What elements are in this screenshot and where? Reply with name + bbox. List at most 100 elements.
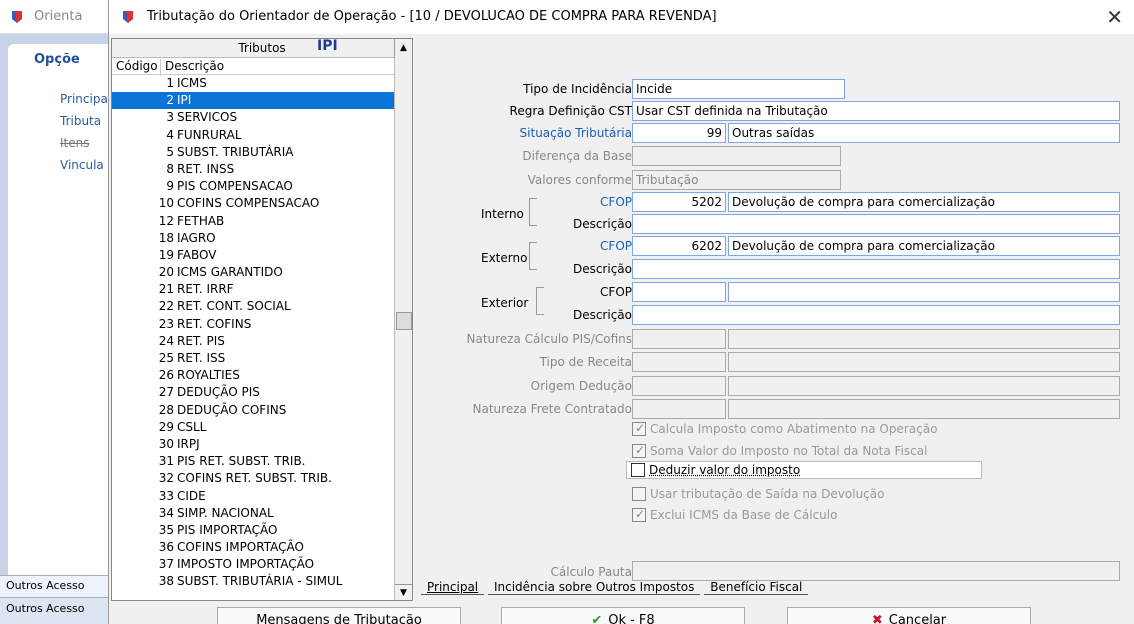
- background-footer[interactable]: Outros Acesso: [0, 597, 112, 624]
- row-code: 9: [166, 179, 174, 194]
- ok-button[interactable]: ✔ Ok - F8: [501, 607, 745, 624]
- table-row[interactable]: 38 SUBST. TRIBUTÁRIA - SIMUL: [112, 573, 394, 590]
- exterior-cfop-field[interactable]: [632, 282, 726, 302]
- table-row[interactable]: 24 RET. PIS: [112, 333, 394, 350]
- table-row[interactable]: 26 ROYALTIES: [112, 367, 394, 384]
- row-code: 29: [158, 419, 174, 434]
- row-description: RET. PIS: [177, 333, 225, 348]
- close-icon[interactable]: ✕: [1106, 5, 1123, 29]
- table-row[interactable]: 21 RET. IRRF: [112, 281, 394, 298]
- scroll-down-icon[interactable]: ▼: [395, 584, 412, 600]
- background-title: Orienta: [34, 9, 83, 24]
- row-code: 30: [158, 436, 174, 451]
- table-row[interactable]: 18 IAGRO: [112, 230, 394, 247]
- table-row[interactable]: 1 ICMS: [112, 75, 394, 92]
- interno-label: Interno: [481, 207, 524, 221]
- externo-descricao-label: Descrição: [572, 262, 632, 276]
- checkbox-exclui-icms: Exclui ICMS da Base de Cálculo: [632, 507, 837, 522]
- table-row[interactable]: 19 FABOV: [112, 247, 394, 264]
- scroll-up-icon[interactable]: ▲: [394, 39, 412, 58]
- situacao-code-field[interactable]: 99: [632, 123, 726, 143]
- externo-descricao-field[interactable]: [632, 259, 1120, 279]
- situacao-tributaria-label[interactable]: Situação Tributária: [520, 126, 632, 140]
- externo-cfop-desc-field[interactable]: Devolução de compra para comercialização: [728, 236, 1120, 256]
- interno-cfop-field[interactable]: 5202: [632, 192, 726, 212]
- table-row[interactable]: 31 PIS RET. SUBST. TRIB.: [112, 453, 394, 470]
- table-row[interactable]: 37 IMPOSTO IMPORTAÇÃO: [112, 556, 394, 573]
- tributos-list[interactable]: Tributos ▲ Código Descrição 1 ICMS 2 IPI 3 SE…: [111, 38, 413, 601]
- origem-deducao-code-field: [632, 376, 726, 396]
- externo-cfop-field[interactable]: 6202: [632, 236, 726, 256]
- background-card: Opçõe Principa Tributa Itens Vincula: [8, 44, 112, 597]
- table-row[interactable]: 34 SIMP. NACIONAL: [112, 505, 394, 522]
- table-row[interactable]: 10 COFINS COMPENSACAO: [112, 195, 394, 212]
- exterior-descricao-field[interactable]: [632, 305, 1120, 325]
- background-item[interactable]: Itens: [60, 136, 89, 150]
- regra-cst-field[interactable]: Usar CST definida na Tributação: [632, 101, 1120, 121]
- valores-conforme-field: Tributação: [632, 170, 841, 190]
- row-description: RET. COFINS: [177, 316, 252, 331]
- valores-conforme-label: Valores conforme: [527, 173, 632, 187]
- table-row[interactable]: 35 PIS IMPORTAÇÃO: [112, 522, 394, 539]
- row-code: 32: [158, 471, 174, 486]
- tab-incidencia[interactable]: Incidência sobre Outros Impostos: [487, 580, 701, 595]
- tab-beneficio-fiscal[interactable]: Benefício Fiscal: [704, 580, 809, 595]
- table-row[interactable]: 27 DEDUÇÃO PIS: [112, 384, 394, 401]
- interno-cfop-label[interactable]: CFOP: [600, 195, 632, 209]
- table-row[interactable]: 12 FETHAB: [112, 213, 394, 230]
- interno-descricao-label: Descrição: [572, 217, 632, 231]
- scrollbar-thumb[interactable]: [396, 312, 412, 330]
- table-row[interactable]: 3 SERVICOS: [112, 109, 394, 126]
- table-row[interactable]: 29 CSLL: [112, 419, 394, 436]
- table-row[interactable]: 2 IPI: [112, 92, 394, 110]
- tipo-receita-code-field: [632, 352, 726, 372]
- column-header-code[interactable]: Código: [116, 59, 158, 73]
- section-title: IPI: [317, 38, 338, 54]
- tipo-incidencia-field[interactable]: Incide: [632, 79, 845, 99]
- interno-cfop-desc-field[interactable]: Devolução de compra para comercialização: [728, 192, 1120, 212]
- situacao-desc-field[interactable]: Outras saídas: [728, 123, 1120, 143]
- table-row[interactable]: 36 COFINS IMPORTAÇÃO: [112, 539, 394, 556]
- table-row[interactable]: 25 RET. ISS: [112, 350, 394, 367]
- list-scrollbar[interactable]: ▼: [394, 58, 412, 600]
- tab-principal[interactable]: Principal: [421, 580, 485, 595]
- interno-descricao-field[interactable]: [632, 214, 1120, 234]
- tributos-column-headers: Código Descrição: [112, 58, 394, 76]
- exterior-cfop-desc-field[interactable]: [728, 282, 1120, 302]
- mensagens-button[interactable]: Mensagens de Tributação: [217, 607, 461, 624]
- checkbox-usar-saida-devolucao: Usar tributação de Saída na Devolução: [632, 487, 884, 501]
- background-item[interactable]: Principa: [60, 92, 108, 106]
- externo-label: Externo: [481, 251, 528, 265]
- tributacao-dialog: Tributação do Orientador de Operação - […: [108, 0, 1134, 624]
- row-description: COFINS COMPENSACAO: [177, 196, 320, 211]
- row-code: 18: [158, 230, 174, 245]
- background-footer[interactable]: Outros Acesso: [0, 575, 112, 597]
- calculo-pauta-label: Cálculo Pauta: [550, 565, 632, 579]
- externo-cfop-label[interactable]: CFOP: [600, 239, 632, 253]
- table-row[interactable]: 8 RET. INSS: [112, 161, 394, 178]
- row-description: IAGRO: [177, 230, 216, 245]
- table-row[interactable]: 23 RET. COFINS: [112, 316, 394, 333]
- background-item[interactable]: Vincula: [60, 158, 104, 172]
- background-item[interactable]: Tributa: [60, 114, 101, 128]
- table-row[interactable]: 5 SUBST. TRIBUTÁRIA: [112, 144, 394, 161]
- checkbox-icon: [632, 421, 646, 436]
- checkbox-deduzir-valor[interactable]: Deduzir valor do imposto: [626, 461, 982, 479]
- table-row[interactable]: 32 COFINS RET. SUBST. TRIB.: [112, 470, 394, 487]
- table-row[interactable]: 28 DEDUÇÃO COFINS: [112, 402, 394, 419]
- checkbox-icon[interactable]: [631, 463, 645, 477]
- row-code: 33: [158, 488, 174, 503]
- table-row[interactable]: 9 PIS COMPENSACAO: [112, 178, 394, 195]
- column-header-description[interactable]: Descrição: [160, 59, 224, 76]
- table-row[interactable]: 22 RET. CONT. SOCIAL: [112, 298, 394, 315]
- row-description: ROYALTIES: [177, 368, 240, 383]
- table-row[interactable]: 33 CIDE: [112, 488, 394, 505]
- table-row[interactable]: 4 FUNRURAL: [112, 127, 394, 144]
- tributos-header: Tributos ▲: [112, 39, 412, 58]
- cancel-button[interactable]: ✖ Cancelar: [787, 607, 1031, 624]
- table-row[interactable]: 20 ICMS GARANTIDO: [112, 264, 394, 281]
- diferenca-base-label: Diferença da Base: [522, 149, 632, 163]
- tipo-receita-label: Tipo de Receita: [539, 355, 632, 369]
- row-description: CIDE: [177, 488, 206, 503]
- table-row[interactable]: 30 IRPJ: [112, 436, 394, 453]
